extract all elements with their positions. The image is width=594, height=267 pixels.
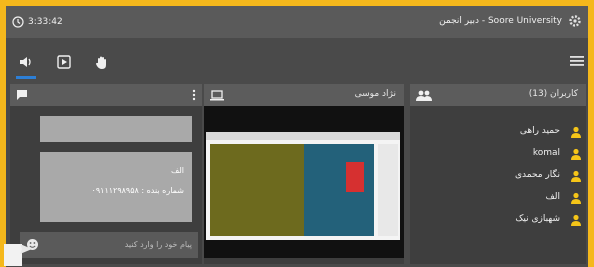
send-icon <box>20 244 32 254</box>
list-item[interactable]: الف <box>418 188 582 210</box>
clock-icon <box>12 16 24 28</box>
user-name: شهبازی نیک <box>515 214 560 224</box>
chat-message <box>40 116 192 142</box>
list-item[interactable]: ... <box>418 114 582 122</box>
menu-icon[interactable] <box>570 55 584 67</box>
user-icon <box>571 192 581 204</box>
raise-hand-button[interactable] <box>92 52 112 72</box>
users-panel: کاربران (13) ... حمید راهی komal نگار مح… <box>410 84 586 264</box>
list-item[interactable]: نگار محمدی <box>418 166 582 188</box>
user-name: komal <box>532 148 560 158</box>
user-icon <box>571 170 581 182</box>
user-list: ... حمید راهی komal نگار محمدی الف شهباز… <box>418 114 582 232</box>
screen-toolbar <box>206 132 400 140</box>
video-panel-header: نژاد موسی <box>204 84 404 106</box>
video-panel: نژاد موسی <box>204 84 404 264</box>
session-time: 3:33:42 <box>28 17 63 27</box>
app-window: 3:33:42 Soore University - دبیر انجمن ال… <box>4 6 588 267</box>
speaker-button[interactable] <box>16 52 36 79</box>
chat-input-placeholder: پیام خود را وارد کنید <box>124 240 192 249</box>
user-name: نگار محمدی <box>514 170 560 180</box>
shared-screen <box>206 132 400 240</box>
chat-input[interactable]: پیام خود را وارد کنید <box>20 232 198 258</box>
user-icon <box>571 214 581 226</box>
screen-slide-highlight <box>346 162 364 192</box>
message-text: شماره بنده : ۰۹۱۱۱۲۹۸۹۵۸ <box>91 186 184 195</box>
users-panel-header: کاربران (13) <box>410 84 586 106</box>
hand-icon <box>96 56 106 69</box>
chat-panel: الف شماره بنده : ۰۹۱۱۱۲۹۸۹۵۸ پیام خود را… <box>4 84 202 266</box>
laptop-icon <box>210 89 224 100</box>
chat-icon <box>17 90 27 100</box>
user-name: الف <box>545 192 560 202</box>
user-icon <box>571 148 581 160</box>
chat-message: الف شماره بنده : ۰۹۱۱۱۲۹۸۹۵۸ <box>40 152 192 222</box>
message-sender: الف <box>171 166 184 175</box>
session-title: Soore University - دبیر انجمن <box>439 16 562 26</box>
user-icon <box>571 126 581 138</box>
top-bar: 3:33:42 Soore University - دبیر انجمن <box>6 6 588 38</box>
users-panel-title: کاربران (13) <box>528 89 578 99</box>
user-name: ... <box>551 114 560 116</box>
list-item[interactable]: حمید راهی <box>418 122 582 144</box>
list-item[interactable]: شهبازی نیک <box>418 210 582 232</box>
play-button[interactable] <box>54 52 74 72</box>
more-options-icon[interactable] <box>192 89 196 101</box>
presenter-name: نژاد موسی <box>354 89 396 99</box>
user-name: حمید راهی <box>519 126 560 136</box>
screen-slide-pattern <box>210 144 304 236</box>
chat-messages: الف شماره بنده : ۰۹۱۱۱۲۹۸۹۵۸ <box>34 114 192 224</box>
screen-slide-panel <box>378 144 398 236</box>
play-icon <box>57 55 71 69</box>
speaker-icon <box>20 57 31 67</box>
list-item[interactable]: komal <box>418 144 582 166</box>
chat-panel-header <box>10 84 202 106</box>
shared-screen-video[interactable] <box>204 106 404 258</box>
gear-icon[interactable] <box>568 14 582 28</box>
users-icon <box>416 90 432 101</box>
session-clock: 3:33:42 <box>12 16 63 28</box>
toolbar <box>6 46 588 80</box>
